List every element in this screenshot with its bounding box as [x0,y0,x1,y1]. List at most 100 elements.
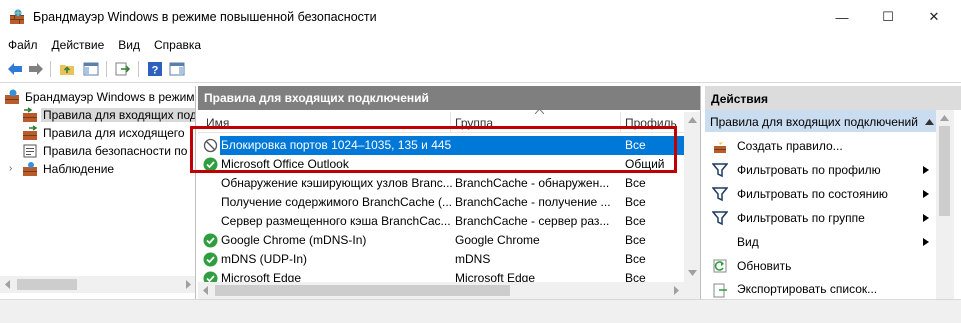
export-list-button[interactable] [114,60,132,78]
status-bar [0,299,961,323]
show-hide-tree-button[interactable] [82,60,100,78]
scroll-thumb[interactable] [17,279,77,290]
scroll-up-arrow-icon [940,115,949,121]
action-view[interactable]: Вид [705,230,937,254]
folder-up-icon [60,65,74,75]
actions-section-inbound[interactable]: Правила для входящих подключений [705,110,937,132]
action-filter-group[interactable]: Фильтровать по группе [705,206,937,230]
tree-item-outbound-rules[interactable]: Правила для исходящего [22,124,187,142]
rule-profile: Все [625,195,646,209]
rule-name: Получение содержимого BranchCache (... [221,195,453,209]
toolbar: ? [0,57,961,83]
action-refresh[interactable]: Обновить [705,254,937,278]
tree-item-monitoring[interactable]: Наблюдение [22,160,116,178]
menu-help[interactable]: Справка [154,38,201,52]
menu-bar: Файл Действие Вид Справка [0,35,961,55]
horizontal-scrollbar[interactable] [0,276,195,293]
table-row[interactable]: Получение содержимого BranchCache (... B… [198,193,684,212]
forward-button[interactable] [27,60,45,78]
scroll-left-arrow-icon [5,280,10,289]
allowed-rule-icon [203,271,218,282]
rule-profile: Все [625,176,646,190]
action-label: Создать правило... [737,139,843,153]
scroll-right-arrow-icon [674,286,679,295]
window-title: Брандмауэр Windows в режиме повышенной б… [33,10,377,24]
minimize-icon: — [835,9,849,25]
inbound-rules-icon [23,107,37,122]
export-icon [115,62,131,76]
action-label: Вид [737,235,759,249]
close-button[interactable]: ✕ [911,0,957,34]
tree-item-label: Правила для входящих под [41,108,195,122]
submenu-arrow-icon [923,190,929,198]
firewall-app-icon [10,9,24,24]
scroll-thumb[interactable] [215,285,510,296]
horizontal-scrollbar[interactable] [198,282,700,299]
collapse-section-icon[interactable] [925,119,934,125]
minimize-button[interactable]: — [819,0,865,34]
new-rule-icon [714,139,726,153]
menu-view[interactable]: Вид [118,38,140,52]
maximize-button[interactable]: ☐ [865,0,911,34]
back-button[interactable] [6,60,24,78]
actions-section-label: Правила для входящих подключений [710,115,918,129]
outbound-rules-icon [23,125,38,140]
scroll-down-arrow-icon [688,270,697,276]
back-arrow-icon [8,63,22,75]
action-label: Фильтровать по группе [737,211,865,225]
filter-icon [712,163,728,178]
tree-item-label: Правила безопасности по [43,144,188,158]
sort-ascending-icon [535,108,544,114]
tree-root[interactable]: Брандмауэр Windows в режим [4,88,195,106]
maximize-icon: ☐ [882,9,894,24]
submenu-arrow-icon [923,166,929,174]
vertical-scrollbar[interactable] [684,112,700,282]
actions-pane: Действия Правила для входящих подключени… [705,86,961,299]
rules-pane-header: Правила для входящих подключений [198,86,700,110]
menu-action[interactable]: Действие [52,38,105,52]
menu-file[interactable]: Файл [8,38,38,52]
forward-arrow-icon [29,63,43,75]
up-folder-button[interactable] [58,60,76,78]
scroll-right-arrow-icon [186,280,191,289]
scroll-left-arrow-icon [203,286,208,295]
show-action-pane-button[interactable] [168,60,186,78]
allowed-rule-icon [203,233,218,248]
rule-name: mDNS (UDP-In) [221,252,307,266]
action-label: Фильтровать по профилю [737,163,881,177]
scroll-thumb[interactable] [939,126,950,216]
rules-list-pane: Правила для входящих подключений Имя Гру… [198,86,701,299]
refresh-icon [713,259,727,273]
table-row[interactable]: mDNS (UDP-In) mDNS Все [198,250,684,269]
table-row[interactable]: Сервер размещенного кэша BranchCac... Br… [198,212,684,231]
close-icon: ✕ [928,9,940,24]
tree-item-connection-security[interactable]: Правила безопасности по [22,142,189,160]
tree-root-label: Брандмауэр Windows в режим [25,90,195,104]
rule-profile: Все [625,271,646,282]
action-label: Экспортировать список... [737,281,878,296]
firewall-icon [5,89,19,104]
action-filter-state[interactable]: Фильтровать по состоянию [705,182,937,206]
tree-item-inbound-rules[interactable]: Правила для входящих под [22,106,195,124]
table-row[interactable]: Microsoft Edge Microsoft Edge Все [198,269,684,282]
actions-vertical-scrollbar[interactable] [936,110,954,299]
action-filter-profile[interactable]: Фильтровать по профилю [705,158,937,182]
export-icon [713,283,727,298]
rule-group: BranchCache - обнаружен... [455,176,610,190]
rule-group: mDNS [455,252,491,266]
highlight-annotation [190,126,677,173]
table-row[interactable]: Google Chrome (mDNS-In) Google Chrome Вс… [198,231,684,250]
rule-profile: Все [625,252,646,266]
tree-expand-icon[interactable]: › [9,163,12,174]
table-row[interactable]: Обнаружение кэширующих узлов Branc... Br… [198,174,684,193]
rule-group: BranchCache - получение ... [455,195,611,209]
console-tree-pane: Брандмауэр Windows в режим Правила для в… [0,86,196,299]
help-button[interactable]: ? [146,60,164,78]
action-pane-icon [169,62,185,76]
action-export-list[interactable]: Экспортировать список... [705,278,937,299]
console-tree-icon [83,62,99,76]
security-rules-icon [23,144,37,158]
action-new-rule[interactable]: Создать правило... [705,134,937,158]
rule-group: BranchCache - сервер раз... [455,214,610,228]
rule-name: Обнаружение кэширующих узлов Branc... [221,176,453,190]
